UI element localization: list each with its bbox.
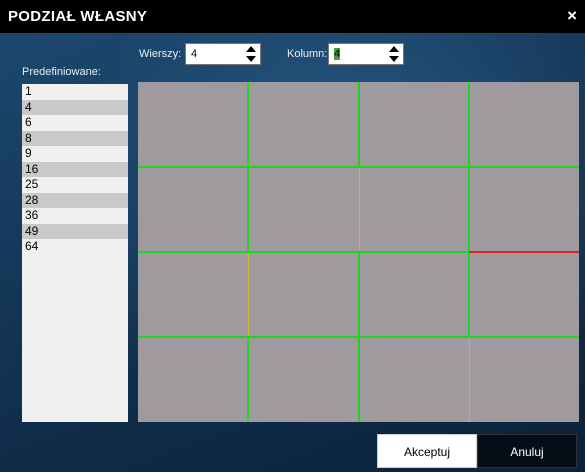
preset-item[interactable]: 25 [22, 177, 128, 193]
grid-divider-vertical[interactable] [467, 167, 470, 252]
grid-divider-vertical[interactable] [357, 337, 360, 422]
dialog-title: PODZIAŁ WŁASNY [8, 8, 148, 25]
grid-divider-horizontal[interactable] [248, 336, 359, 338]
grid-divider-vertical[interactable] [357, 252, 360, 337]
preset-item[interactable]: 64 [22, 239, 128, 255]
grid-selected-edge[interactable] [468, 251, 579, 253]
grid-divider-horizontal[interactable] [358, 251, 469, 253]
grid-divider-horizontal[interactable] [358, 166, 469, 168]
grid-divider-horizontal[interactable] [468, 336, 579, 338]
rows-label: Wierszy: [139, 48, 182, 60]
rows-spinbox[interactable]: 4 [185, 43, 261, 65]
columns-decrement-icon[interactable] [389, 56, 399, 62]
preset-item[interactable]: 1 [22, 84, 128, 100]
grid-divider-horizontal[interactable] [248, 251, 359, 253]
columns-value[interactable]: 4 [334, 48, 341, 60]
preset-item[interactable]: 16 [22, 161, 128, 177]
grid-divider-horizontal[interactable] [138, 336, 249, 338]
grid-divider-vertical[interactable] [467, 252, 470, 337]
rows-increment-icon[interactable] [246, 46, 256, 52]
preset-item[interactable]: 8 [22, 130, 128, 146]
presets-list[interactable]: 1 4 6 8 9 16 25 28 36 49 64 [22, 84, 128, 422]
accept-button[interactable]: Akceptuj [377, 434, 477, 468]
grid-divider-vertical[interactable] [467, 82, 470, 167]
grid-divider-vertical[interactable] [247, 167, 250, 252]
grid-divider-vertical[interactable] [357, 82, 360, 167]
preset-item[interactable]: 9 [22, 146, 128, 162]
grid-divider-horizontal[interactable] [138, 166, 249, 168]
split-preview-grid[interactable] [138, 82, 579, 422]
columns-spin-arrows[interactable] [389, 45, 399, 65]
preset-item[interactable]: 36 [22, 208, 128, 224]
rows-spin-arrows[interactable] [246, 45, 256, 65]
columns-increment-icon[interactable] [389, 46, 399, 52]
grid-split-hint-vertical[interactable] [248, 252, 250, 337]
preset-item[interactable]: 28 [22, 192, 128, 208]
grid-divider-horizontal[interactable] [138, 251, 249, 253]
grid-divider-vertical[interactable] [247, 82, 250, 167]
custom-split-dialog: PODZIAŁ WŁASNY × Wierszy: 4 Kolumn: 4 Pr… [0, 0, 585, 472]
columns-label: Kolumn: [287, 48, 328, 60]
grid-divider-horizontal[interactable] [468, 166, 579, 168]
grid-divider-horizontal[interactable] [358, 336, 469, 338]
rows-decrement-icon[interactable] [246, 56, 256, 62]
close-icon[interactable]: × [567, 6, 577, 26]
grid-divider-vertical[interactable] [247, 337, 250, 422]
grid-split-hint-vertical[interactable] [358, 167, 361, 252]
preset-item[interactable]: 49 [22, 223, 128, 239]
grid-split-hint-vertical[interactable] [468, 337, 471, 422]
columns-spinbox[interactable]: 4 [328, 43, 404, 65]
preset-item[interactable]: 4 [22, 99, 128, 115]
presets-label: Predefiniowane: [22, 66, 101, 78]
cancel-button[interactable]: Anuluj [477, 434, 577, 468]
rows-value[interactable]: 4 [191, 48, 197, 60]
preset-item[interactable]: 6 [22, 115, 128, 131]
title-bar: PODZIAŁ WŁASNY × [0, 0, 585, 33]
grid-divider-horizontal[interactable] [248, 166, 359, 168]
